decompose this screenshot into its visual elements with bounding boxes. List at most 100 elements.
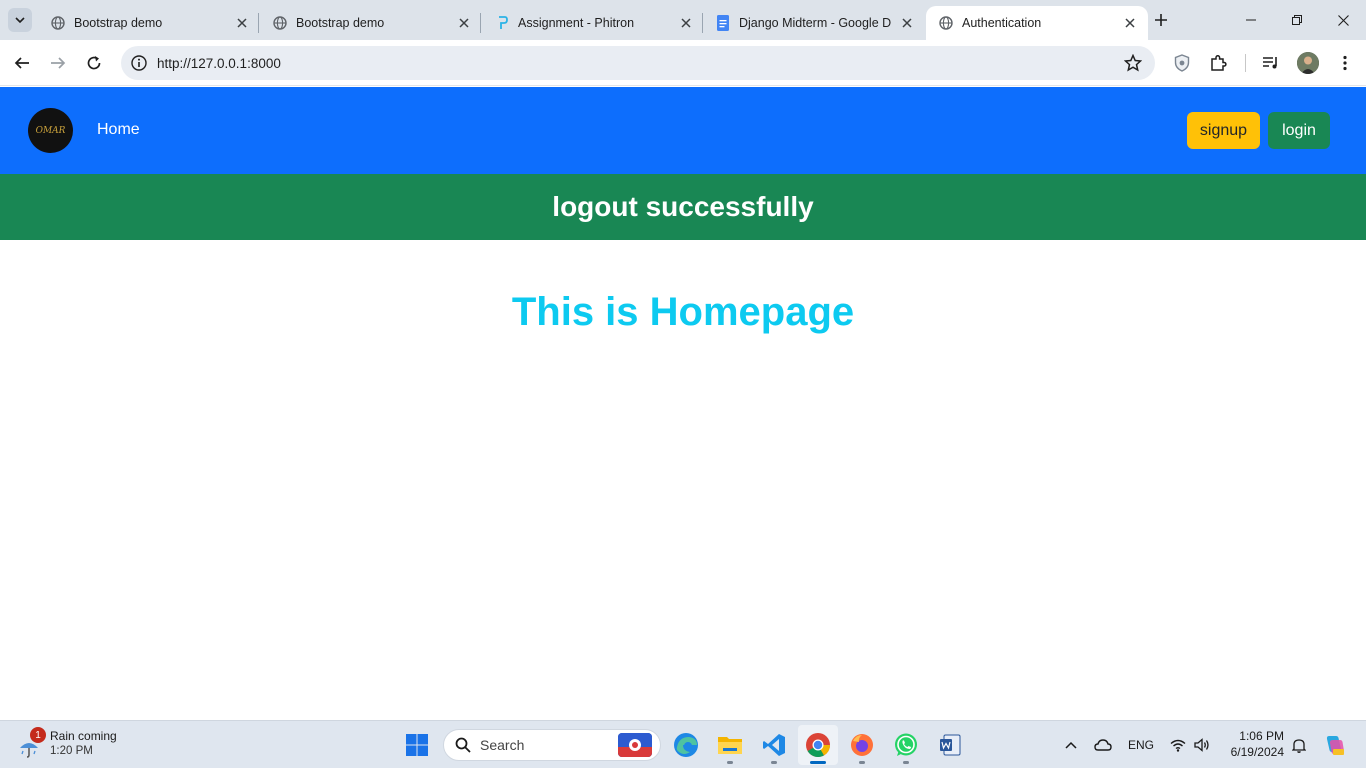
taskbar-search[interactable]: Search <box>443 729 661 761</box>
browser-tab[interactable]: Assignment - Phitron <box>482 6 704 40</box>
minimize-button[interactable] <box>1228 0 1274 40</box>
taskbar-firefox[interactable] <box>842 725 882 765</box>
arrow-right-icon <box>51 57 66 69</box>
extension-shield-button[interactable] <box>1170 51 1194 75</box>
tab-title: Bootstrap demo <box>74 16 163 30</box>
taskbar-whatsapp[interactable] <box>886 725 926 765</box>
input-language[interactable]: ENG <box>1124 721 1158 768</box>
notification-badge: 1 <box>30 727 46 743</box>
tab-title: Django Midterm - Google D <box>739 16 892 30</box>
reload-button[interactable] <box>82 51 106 75</box>
site-info-icon[interactable] <box>129 53 149 73</box>
phitron-icon <box>494 15 510 31</box>
media-controls-button[interactable] <box>1259 51 1283 75</box>
globe-icon <box>272 15 288 31</box>
search-placeholder: Search <box>480 737 525 753</box>
tab-separator <box>258 13 259 33</box>
puzzle-icon <box>1211 54 1227 71</box>
browser-tab[interactable]: Bootstrap demo <box>38 6 260 40</box>
arrow-left-icon <box>14 57 29 69</box>
whatsapp-icon <box>895 733 917 756</box>
browser-tab-strip: Bootstrap demo Bootstrap demo Assignment… <box>0 0 1366 40</box>
nav-link-home[interactable]: Home <box>97 121 140 139</box>
alert-message: logout successfully <box>552 191 814 222</box>
close-icon[interactable] <box>678 15 694 31</box>
bookmark-star-icon[interactable] <box>1123 53 1143 73</box>
user-avatar-icon <box>1297 52 1319 74</box>
weather-title: Rain coming <box>50 729 117 743</box>
tab-search-button[interactable] <box>8 8 32 32</box>
restore-icon <box>1292 15 1302 25</box>
url-text[interactable]: http://127.0.0.1:8000 <box>157 56 281 71</box>
profile-avatar[interactable] <box>1297 52 1319 74</box>
running-indicator <box>859 761 865 764</box>
copilot-button[interactable] <box>1320 721 1348 768</box>
restore-button[interactable] <box>1274 0 1320 40</box>
browser-toolbar: http://127.0.0.1:8000 <box>0 40 1366 86</box>
chrome-icon <box>806 733 830 758</box>
onedrive-button[interactable] <box>1092 721 1114 768</box>
close-icon[interactable] <box>234 15 250 31</box>
taskbar-file-explorer[interactable] <box>710 725 750 765</box>
shield-icon <box>1174 54 1190 72</box>
volume-button[interactable] <box>1192 721 1212 768</box>
globe-icon <box>938 15 954 31</box>
cloud-icon <box>1094 739 1112 751</box>
clock-date: 6/19/2024 <box>1230 745 1284 759</box>
wifi-button[interactable] <box>1168 721 1188 768</box>
search-icon <box>454 736 472 754</box>
file-explorer-icon <box>718 737 742 754</box>
browser-menu-button[interactable] <box>1333 51 1357 75</box>
tab-title: Assignment - Phitron <box>518 16 635 30</box>
windows-start-icon <box>406 734 428 756</box>
system-clock[interactable]: 1:06 PM 6/19/2024 <box>1226 728 1284 760</box>
tab-title: Authentication <box>962 16 1042 30</box>
taskbar-vscode[interactable] <box>754 725 794 765</box>
toolbar-divider <box>1245 54 1246 72</box>
brand-logo-text: OMAR <box>35 125 66 136</box>
site-navbar: OMAR Home signup login <box>0 87 1366 174</box>
brand-logo[interactable]: OMAR <box>28 108 73 153</box>
running-indicator <box>903 761 909 764</box>
browser-tab[interactable]: Bootstrap demo <box>260 6 482 40</box>
google-docs-icon <box>715 15 731 31</box>
speaker-icon <box>1194 738 1209 752</box>
tab-separator <box>480 13 481 33</box>
edge-icon <box>674 733 698 757</box>
copilot-icon <box>1326 736 1345 755</box>
close-window-button[interactable] <box>1320 0 1366 40</box>
chevron-down-icon <box>15 17 25 24</box>
signup-button[interactable]: signup <box>1187 112 1260 149</box>
address-bar[interactable]: http://127.0.0.1:8000 <box>121 46 1155 80</box>
taskbar-word[interactable] <box>930 725 970 765</box>
globe-icon <box>50 15 66 31</box>
page-heading: This is Homepage <box>511 290 855 334</box>
weather-widget[interactable]: 1 Rain coming 1:20 PM <box>16 727 136 763</box>
taskbar-chrome[interactable] <box>798 725 838 765</box>
close-icon[interactable] <box>899 15 915 31</box>
close-icon[interactable] <box>1122 15 1138 31</box>
show-hidden-icons-button[interactable] <box>1060 721 1082 768</box>
back-button[interactable] <box>10 51 34 75</box>
windows-taskbar: 1 Rain coming 1:20 PM Search ENG 1:06 PM… <box>0 720 1366 768</box>
running-indicator <box>771 761 777 764</box>
notifications-button[interactable] <box>1289 721 1309 768</box>
forward-button[interactable] <box>46 51 70 75</box>
logout-alert: logout successfully <box>0 174 1366 240</box>
reload-icon <box>87 56 101 70</box>
extensions-button[interactable] <box>1206 51 1230 75</box>
firefox-icon <box>851 734 873 756</box>
new-tab-button[interactable] <box>1150 9 1172 31</box>
bell-icon <box>1292 738 1306 753</box>
media-playlist-icon <box>1263 57 1277 69</box>
taskbar-edge[interactable] <box>666 725 706 765</box>
tab-title: Bootstrap demo <box>296 16 385 30</box>
close-icon[interactable] <box>456 15 472 31</box>
browser-tab[interactable]: Django Midterm - Google D <box>703 6 925 40</box>
browser-tab-active[interactable]: Authentication <box>926 6 1148 40</box>
weather-time: 1:20 PM <box>50 745 93 757</box>
word-icon <box>940 734 961 756</box>
login-button[interactable]: login <box>1268 112 1330 149</box>
vscode-icon <box>763 734 785 756</box>
start-button[interactable] <box>397 725 437 765</box>
